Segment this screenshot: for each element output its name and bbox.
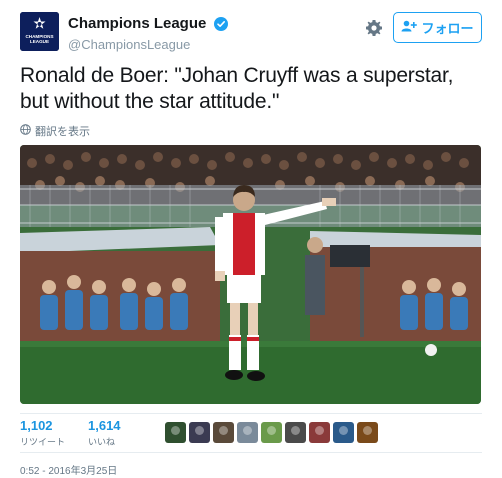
follow-label: フォロー: [421, 21, 474, 36]
retweet-count: 1,102: [20, 418, 53, 433]
avatar-face: [267, 426, 276, 435]
liker-avatar[interactable]: [213, 422, 234, 443]
gear-icon[interactable]: [364, 18, 384, 38]
user-names: Champions League @ChampionsLeague: [68, 15, 228, 52]
liker-avatar[interactable]: [285, 422, 306, 443]
retweet-label: リツイート: [20, 437, 66, 447]
likes-count: 1,614: [88, 418, 121, 433]
tweet-text: Ronald de Boer: "Johan Cruyff was a supe…: [20, 64, 454, 113]
translate-link[interactable]: 翻訳を表示: [20, 123, 90, 139]
tweet-header: CHAMPIONS LEAGUE Champions League @Champ…: [20, 12, 482, 52]
avatar-face: [291, 426, 300, 435]
liker-avatar[interactable]: [357, 422, 378, 443]
avatar-face: [195, 426, 204, 435]
divider: [20, 413, 482, 414]
liker-avatar[interactable]: [333, 422, 354, 443]
divider: [20, 452, 482, 453]
tweet-photo[interactable]: [20, 145, 481, 404]
avatar-text-2: LEAGUE: [30, 39, 49, 44]
avatar[interactable]: CHAMPIONS LEAGUE: [20, 12, 59, 51]
add-user-icon: [401, 20, 418, 35]
user-handle[interactable]: @ChampionsLeague: [68, 37, 228, 52]
display-name[interactable]: Champions League: [68, 15, 206, 32]
liker-avatar[interactable]: [261, 422, 282, 443]
translate-label: 翻訳を表示: [35, 126, 90, 138]
avatar-face: [171, 426, 180, 435]
liker-avatar[interactable]: [165, 422, 186, 443]
liker-avatars: [165, 422, 378, 443]
retweet-stat[interactable]: 1,102 リツイート: [20, 418, 65, 448]
avatar-face: [339, 426, 348, 435]
avatar-face: [243, 426, 252, 435]
avatar-face: [315, 426, 324, 435]
follow-button[interactable]: フォロー: [393, 12, 482, 43]
photo-icon: [20, 145, 481, 404]
verified-badge-icon: [213, 16, 228, 31]
tweet-timestamp[interactable]: 0:52 - 2016年3月25日: [20, 462, 117, 477]
likes-stat[interactable]: 1,614 いいね: [88, 418, 121, 448]
avatar-face: [363, 426, 372, 435]
liker-avatar[interactable]: [237, 422, 258, 443]
globe-icon: [20, 124, 31, 138]
likes-label: いいね: [88, 437, 116, 447]
avatar-face: [219, 426, 228, 435]
liker-avatar[interactable]: [309, 422, 330, 443]
liker-avatar[interactable]: [189, 422, 210, 443]
